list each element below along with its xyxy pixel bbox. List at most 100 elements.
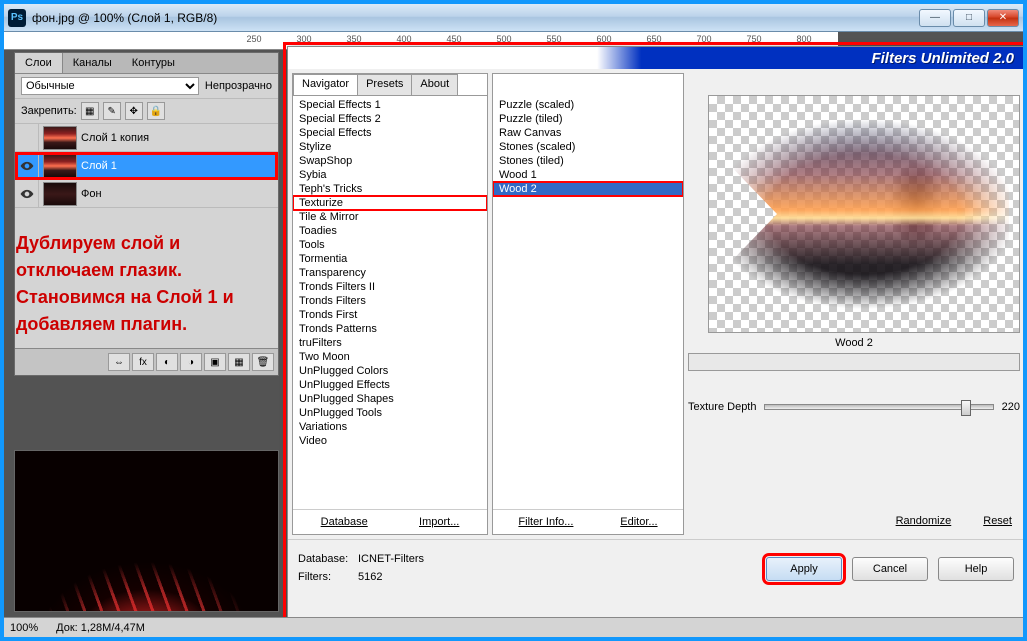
category-item[interactable]: UnPlugged Effects: [293, 378, 487, 392]
param-slider[interactable]: [764, 404, 993, 410]
layer-row-selected[interactable]: Слой 1: [15, 152, 278, 180]
category-item[interactable]: Special Effects 1: [293, 98, 487, 112]
minimize-button[interactable]: —: [919, 9, 951, 27]
category-item[interactable]: Tronds Filters: [293, 294, 487, 308]
ruler-tick: 350: [346, 34, 361, 44]
category-item[interactable]: Toadies: [293, 224, 487, 238]
lock-all-icon[interactable]: 🔒: [147, 102, 165, 120]
category-list[interactable]: Special Effects 1Special Effects 2Specia…: [293, 96, 487, 509]
category-item[interactable]: Texturize: [293, 196, 487, 210]
tab-channels[interactable]: Каналы: [63, 53, 122, 73]
category-item[interactable]: Tronds Patterns: [293, 322, 487, 336]
reset-button[interactable]: Reset: [979, 513, 1016, 529]
filter-item[interactable]: Stones (tiled): [493, 154, 683, 168]
eye-icon[interactable]: [15, 124, 39, 152]
eye-icon[interactable]: [15, 180, 39, 208]
category-item[interactable]: Variations: [293, 420, 487, 434]
layer-row[interactable]: Слой 1 копия: [15, 124, 278, 152]
layer-row[interactable]: Фон: [15, 180, 278, 208]
layer-name: Фон: [81, 188, 278, 200]
category-item[interactable]: UnPlugged Shapes: [293, 392, 487, 406]
ruler-tick: 800: [796, 34, 811, 44]
ruler-tick: 600: [596, 34, 611, 44]
category-item[interactable]: Stylize: [293, 140, 487, 154]
category-item[interactable]: truFilters: [293, 336, 487, 350]
lock-move-icon[interactable]: ✥: [125, 102, 143, 120]
filters-count-label: Filters:: [298, 569, 358, 587]
database-button[interactable]: Database: [317, 514, 372, 530]
tab-layers[interactable]: Слои: [15, 53, 63, 73]
filter-item[interactable]: Puzzle (scaled): [493, 98, 683, 112]
close-button[interactable]: ✕: [987, 9, 1019, 27]
adjustment-icon[interactable]: ◑: [180, 353, 202, 371]
category-item[interactable]: Tormentia: [293, 252, 487, 266]
db-value: ICNET-Filters: [358, 553, 424, 565]
category-item[interactable]: Transparency: [293, 266, 487, 280]
lock-brush-icon[interactable]: ✎: [103, 102, 121, 120]
tab-about[interactable]: About: [411, 74, 458, 95]
filter-list[interactable]: Puzzle (scaled)Puzzle (tiled)Raw CanvasS…: [493, 96, 683, 509]
category-item[interactable]: Tile & Mirror: [293, 210, 487, 224]
new-layer-icon[interactable]: ▦: [228, 353, 250, 371]
ps-titlebar: Ps фон.jpg @ 100% (Слой 1, RGB/8) — □ ✕: [4, 4, 1023, 32]
help-button[interactable]: Help: [938, 557, 1014, 581]
apply-button[interactable]: Apply: [766, 557, 842, 581]
ruler-tick: 300: [296, 34, 311, 44]
opacity-label: Непрозрачно: [205, 80, 272, 92]
lock-label: Закрепить:: [21, 105, 77, 117]
zoom-level: 100%: [10, 622, 38, 634]
layer-thumbnail: [43, 182, 77, 206]
editor-button[interactable]: Editor...: [616, 514, 661, 530]
category-item[interactable]: Video: [293, 434, 487, 448]
category-item[interactable]: UnPlugged Tools: [293, 406, 487, 420]
canvas-preview: [14, 450, 279, 612]
ruler-tick: 400: [396, 34, 411, 44]
trash-icon[interactable]: 🗑: [252, 353, 274, 371]
annotation-text: Дублируем слой и отключаем глазик. Стано…: [16, 230, 282, 338]
filter-item[interactable]: Wood 2: [493, 182, 683, 196]
tab-navigator[interactable]: Navigator: [293, 74, 358, 95]
layer-name: Слой 1 копия: [81, 132, 278, 144]
mask-icon[interactable]: ◐: [156, 353, 178, 371]
filter-info-button[interactable]: Filter Info...: [514, 514, 577, 530]
cancel-button[interactable]: Cancel: [852, 557, 928, 581]
filter-item[interactable]: Wood 1: [493, 168, 683, 182]
dialog-title: Filters Unlimited 2.0: [871, 50, 1014, 67]
category-item[interactable]: Tronds First: [293, 308, 487, 322]
filter-item[interactable]: Puzzle (tiled): [493, 112, 683, 126]
window-title: фон.jpg @ 100% (Слой 1, RGB/8): [32, 11, 917, 25]
category-item[interactable]: Tools: [293, 238, 487, 252]
param-label: Texture Depth: [688, 401, 756, 413]
category-item[interactable]: UnPlugged Colors: [293, 364, 487, 378]
db-label: Database:: [298, 551, 358, 569]
filter-item[interactable]: Stones (scaled): [493, 140, 683, 154]
eye-icon[interactable]: [15, 152, 39, 180]
filter-item[interactable]: Raw Canvas: [493, 126, 683, 140]
randomize-button[interactable]: Randomize: [892, 513, 956, 529]
folder-icon[interactable]: ▣: [204, 353, 226, 371]
preview-column: Wood 2 Texture Depth 220 Randomize Reset: [688, 73, 1020, 535]
category-item[interactable]: SwapShop: [293, 154, 487, 168]
category-item[interactable]: Tronds Filters II: [293, 280, 487, 294]
ruler-tick: 650: [646, 34, 661, 44]
slider-thumb[interactable]: [961, 400, 971, 416]
tab-presets[interactable]: Presets: [357, 74, 412, 95]
blend-mode-select[interactable]: Обычные: [21, 77, 199, 95]
category-item[interactable]: Teph's Tricks: [293, 182, 487, 196]
category-item[interactable]: Special Effects 2: [293, 112, 487, 126]
category-item[interactable]: Sybia: [293, 168, 487, 182]
preview-zoom-slider[interactable]: [688, 353, 1020, 371]
fx-icon[interactable]: fx: [132, 353, 154, 371]
status-bar: 100% Док: 1,28M/4,47M: [4, 617, 1023, 637]
link-layers-icon[interactable]: ⇔: [108, 353, 130, 371]
preview-label: Wood 2: [688, 337, 1020, 349]
tab-paths[interactable]: Контуры: [122, 53, 185, 73]
category-item[interactable]: Special Effects: [293, 126, 487, 140]
ruler-tick: 750: [746, 34, 761, 44]
maximize-button[interactable]: □: [953, 9, 985, 27]
category-item[interactable]: Two Moon: [293, 350, 487, 364]
import-button[interactable]: Import...: [415, 514, 463, 530]
category-column: Navigator Presets About Special Effects …: [292, 73, 488, 535]
preview-image: [719, 114, 1009, 314]
lock-transparent-icon[interactable]: ▦: [81, 102, 99, 120]
